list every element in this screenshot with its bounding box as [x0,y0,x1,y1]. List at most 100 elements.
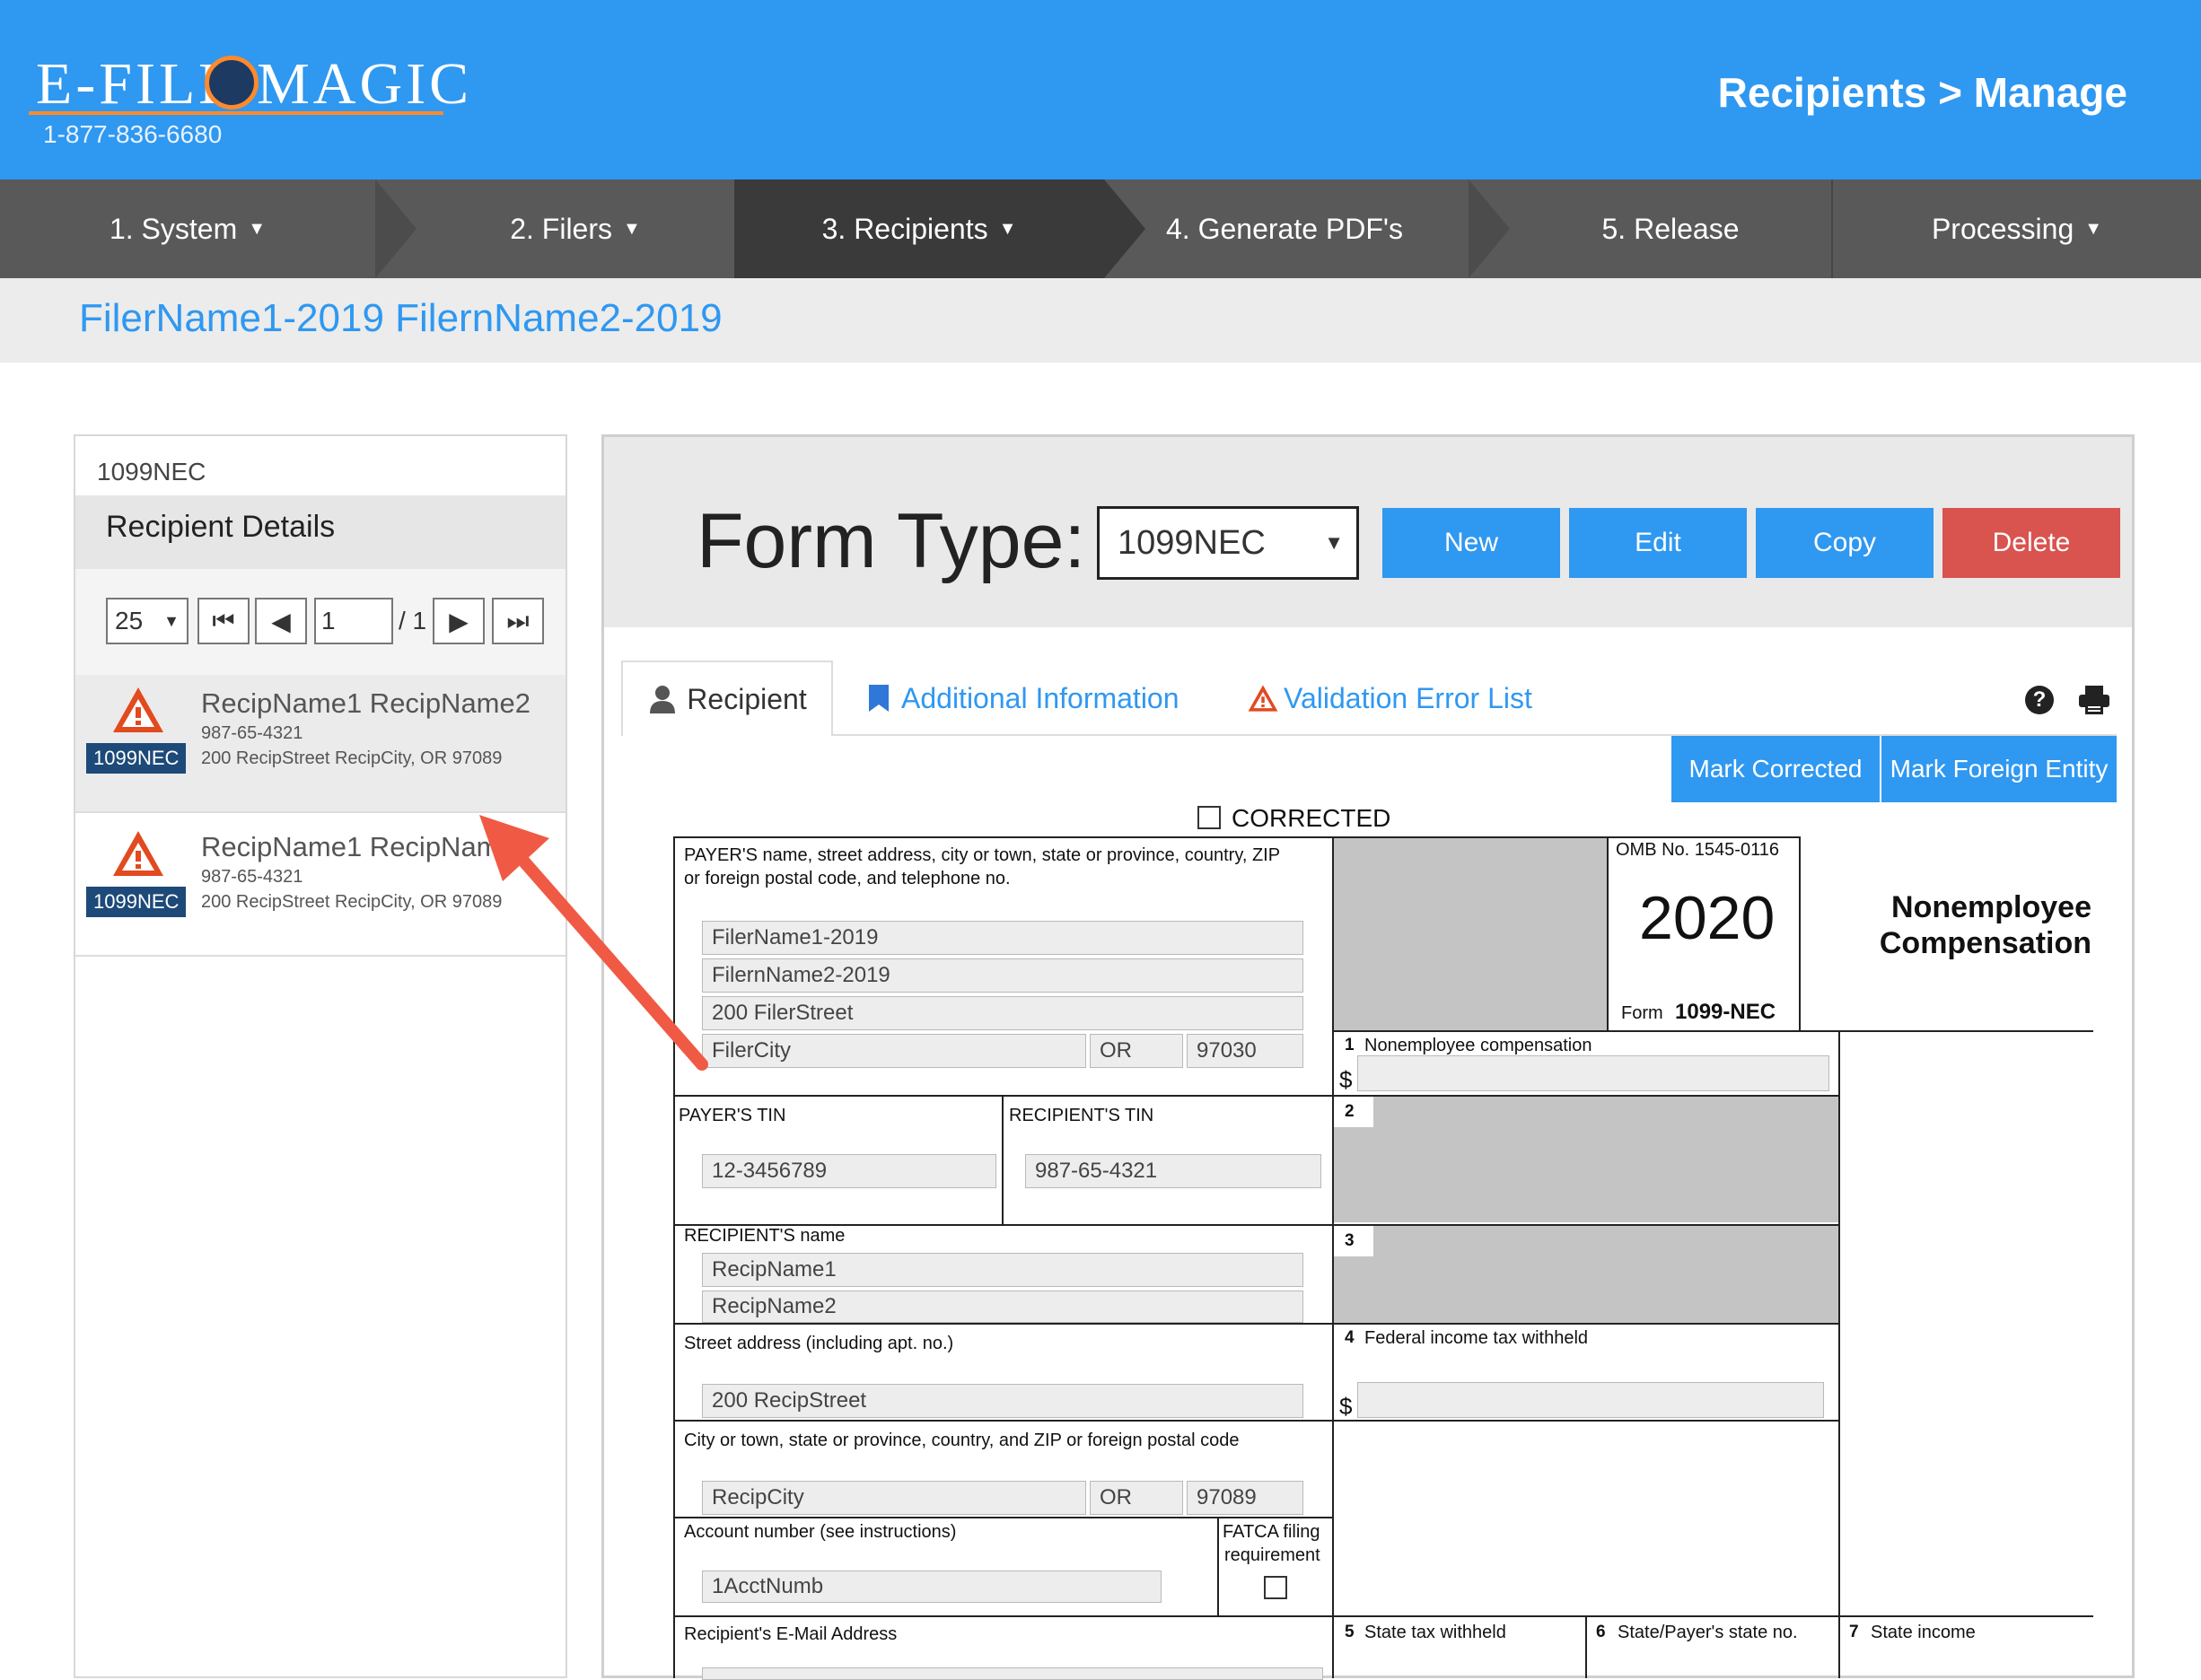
print-icon[interactable] [2077,684,2111,716]
recipient-city-field[interactable]: RecipCity [702,1481,1086,1515]
recipient-name-1-field[interactable]: RecipName1 [702,1253,1303,1287]
form-border [673,1224,1840,1226]
caret-down-icon: ▼ [248,218,267,239]
page-title: Recipients > Manage [1717,69,2127,116]
box-6-label: State/Payer's state no. [1618,1623,1798,1642]
box-2-shaded [1334,1097,1838,1222]
payer-zip-field[interactable]: 97030 [1187,1034,1303,1068]
nav-label: 1. System [109,212,238,245]
next-page-button[interactable]: ▶ [433,598,485,644]
help-icon[interactable]: ? [2025,686,2054,714]
tab-label: Recipient [687,682,807,715]
nav-label: Processing [1931,212,2074,245]
tab-recipient[interactable]: Recipient [621,661,833,736]
payer-tin-label: PAYER'S TIN [679,1106,786,1125]
box-4-label: Federal income tax withheld [1364,1328,1589,1348]
form-badge: 1099NEC [86,887,187,917]
box-4-amount-field[interactable] [1357,1382,1824,1418]
fatca-label-cont: requirement [1224,1545,1320,1565]
recipient-zip-field[interactable]: 97089 [1187,1481,1303,1515]
recipient-state-field[interactable]: OR [1090,1481,1183,1515]
payer-label: PAYER'S name, street address, city or to… [684,845,1281,865]
page-total: / 1 [399,607,427,634]
payer-name-1-field[interactable]: FilerName1-2019 [702,921,1303,955]
box-5-number: 5 [1345,1623,1355,1641]
form-border [1838,1030,1840,1678]
prev-page-icon: ◀ [271,607,291,635]
form-title-line2: Compensation [1879,926,2091,960]
recipient-name: RecipName1 RecipName2 [201,687,531,719]
copy-button[interactable]: Copy [1756,508,1934,578]
phone-number: 1-877-836-6680 [43,120,223,148]
tab-validation-error-list[interactable]: Validation Error List [1246,661,1532,736]
dollar-sign: $ [1339,1066,1353,1093]
chevron-down-icon: ▼ [1324,531,1344,554]
recipient-street-field[interactable]: 200 RecipStreet [702,1384,1303,1418]
form-type-value: 1099NEC [1118,523,1266,562]
box-7-label: State income [1871,1623,1976,1642]
form-type-select[interactable]: 1099NEC ▼ [1097,506,1359,580]
nav-recipients[interactable]: 3. Recipients ▼ [734,179,1104,278]
tab-label: Validation Error List [1284,681,1532,714]
nav-release[interactable]: 5. Release [1510,179,1831,278]
box-1-amount-field[interactable] [1357,1055,1829,1091]
payer-label-cont: or foreign postal code, and telephone no… [684,869,1011,888]
next-page-icon: ▶ [449,607,469,635]
omb-number: OMB No. 1545-0116 [1616,840,1779,860]
edit-button[interactable]: Edit [1569,508,1747,578]
recipient-tin-field[interactable]: 987-65-4321 [1025,1154,1321,1188]
payer-state-field[interactable]: OR [1090,1034,1183,1068]
tax-year: 2020 [1639,884,1776,952]
nav-filers[interactable]: 2. Filers ▼ [417,179,734,278]
warning-icon [1248,685,1278,712]
recipient-tin-label: RECIPIENT'S TIN [1009,1106,1154,1125]
form-badge: 1099NEC [86,743,187,774]
prev-page-button[interactable]: ◀ [255,598,307,644]
fatca-checkbox[interactable] [1264,1576,1287,1599]
warning-icon [113,687,163,732]
recipient-name: RecipName1 RecipNam [201,831,500,862]
account-number-field[interactable]: 1AcctNumb [702,1571,1162,1603]
new-button[interactable]: New [1382,508,1560,578]
page-size-select[interactable]: 25 ▼ [106,598,189,644]
recipient-name-2-field[interactable]: RecipName2 [702,1291,1303,1323]
form-title-line1: Nonemployee [1891,890,2091,924]
last-page-button[interactable]: ⏭ [492,598,544,644]
caret-down-icon: ▼ [998,218,1017,239]
delete-button[interactable]: Delete [1942,508,2120,578]
corrected-checkbox[interactable] [1197,806,1221,829]
last-page-icon: ⏭ [506,606,530,634]
payer-city-field[interactable]: FilerCity [702,1034,1086,1068]
form-border [1217,1517,1219,1615]
payer-name-2-field[interactable]: FilernName2-2019 [702,958,1303,993]
box-5-label: State tax withheld [1364,1623,1506,1642]
nav-label: 4. Generate PDF's [1166,212,1403,245]
payer-tin-field[interactable]: 12-3456789 [702,1154,996,1188]
step-nav: 1. System ▼ 2. Filers ▼ 3. Recipients ▼ 4. … [0,179,2201,278]
chevron-down-icon: ▼ [163,611,180,630]
payer-street-field[interactable]: 200 FilerStreet [702,996,1303,1030]
form-prefix: Form [1621,1003,1663,1023]
nav-processing[interactable]: Processing ▼ [1833,179,2201,278]
mark-corrected-button[interactable]: Mark Corrected [1671,736,1880,802]
nav-system[interactable]: 1. System ▼ [0,179,375,278]
corrected-label: CORRECTED [1232,804,1391,832]
form-name: 1099-NEC [1675,1000,1776,1024]
form-border [1838,1615,1840,1678]
nav-label: 5. Release [1601,212,1740,245]
mark-foreign-entity-button[interactable]: Mark Foreign Entity [1881,736,2117,802]
first-page-button[interactable]: ⏮ [197,598,250,644]
dollar-sign: $ [1339,1393,1353,1420]
page-number-input[interactable]: 1 [314,598,393,644]
email-label: Recipient's E-Mail Address [684,1624,898,1644]
nav-generate-pdfs[interactable]: 4. Generate PDF's [1145,179,1424,278]
warning-icon [113,831,163,876]
box-2-number: 2 [1345,1102,1355,1121]
recipient-address: 200 RecipStreet RecipCity, OR 97089 [201,892,503,912]
filer-name-link[interactable]: FilerName1-2019 FilernName2-2019 [79,296,723,341]
form-border [673,1517,1334,1518]
tab-additional-information[interactable]: Additional Information [867,661,1179,736]
caret-down-icon: ▼ [623,218,641,239]
form-border [1332,836,1334,1678]
form-border [1332,1030,2093,1032]
